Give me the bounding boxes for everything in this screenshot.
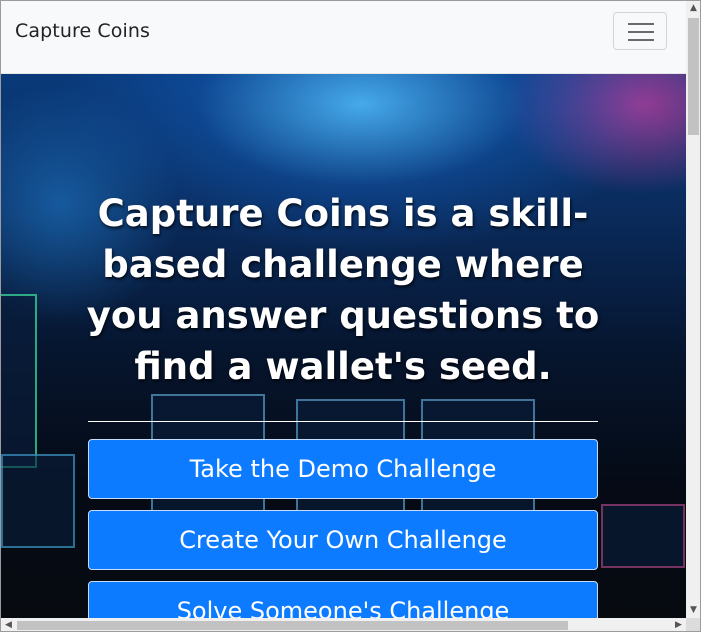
hero-divider xyxy=(88,421,598,422)
scroll-right-arrow-icon[interactable]: ▶ xyxy=(671,618,686,631)
horizontal-scroll-thumb[interactable] xyxy=(17,621,568,630)
scroll-down-arrow-icon[interactable]: ▼ xyxy=(686,603,700,618)
hero-section: Capture Coins is a skill-based challenge… xyxy=(1,74,686,631)
navbar-brand[interactable]: Capture Coins xyxy=(15,20,150,42)
browser-viewport: Capture Coins Capture Coins is a skill-b… xyxy=(0,0,701,632)
vertical-scroll-thumb[interactable] xyxy=(688,18,699,135)
scroll-left-arrow-icon[interactable]: ◀ xyxy=(1,618,16,631)
scroll-up-arrow-icon[interactable]: ▲ xyxy=(686,1,700,16)
horizontal-scrollbar[interactable]: ◀ ▶ xyxy=(1,618,686,631)
scrollbar-corner xyxy=(686,618,700,631)
hero-heading: Capture Coins is a skill-based challenge… xyxy=(86,192,600,388)
take-demo-challenge-button[interactable]: Take the Demo Challenge xyxy=(88,439,598,499)
create-own-challenge-button[interactable]: Create Your Own Challenge xyxy=(88,510,598,570)
navbar-toggler-button[interactable] xyxy=(613,12,667,50)
vertical-scrollbar[interactable]: ▲ ▼ xyxy=(686,1,700,618)
navbar: Capture Coins xyxy=(1,1,686,74)
